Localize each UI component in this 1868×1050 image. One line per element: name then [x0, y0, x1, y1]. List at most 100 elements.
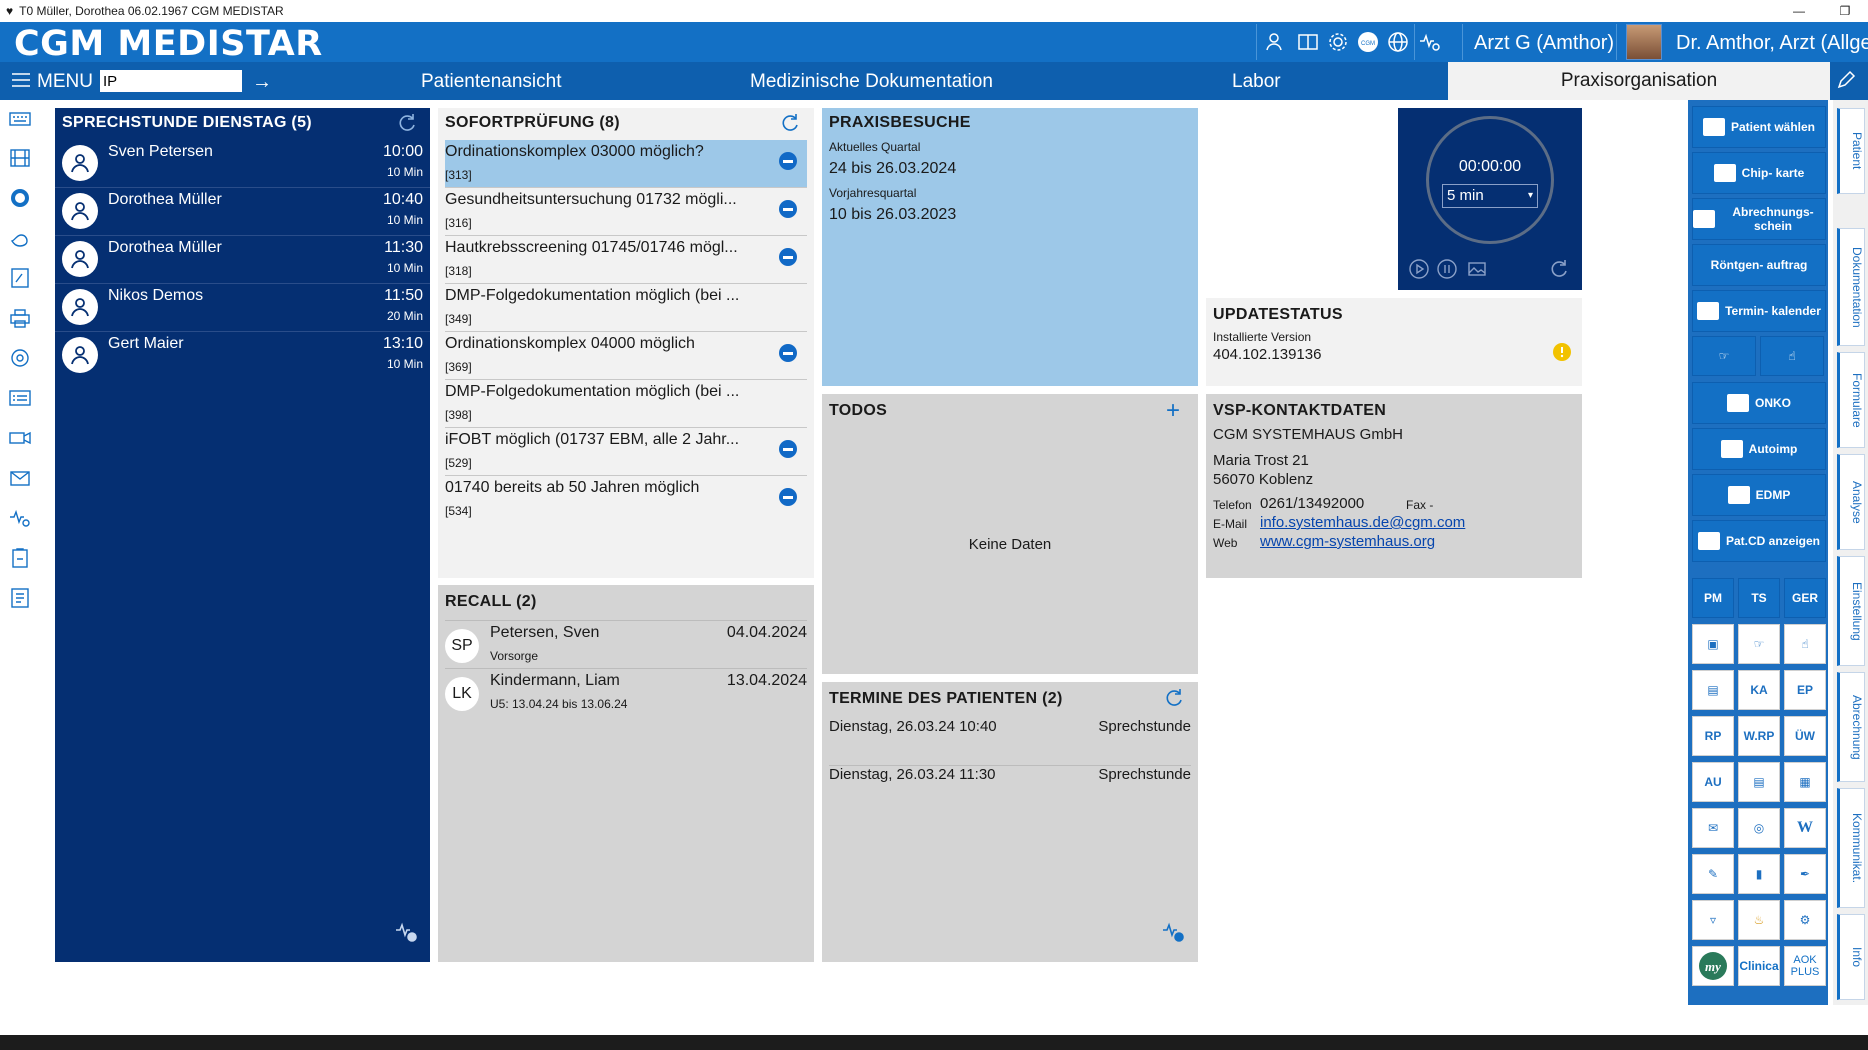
warning-icon[interactable]: [1552, 342, 1572, 367]
minus-circle-icon[interactable]: [779, 248, 797, 266]
list-item[interactable]: Hautkrebsscreening 01745/01746 mögl... […: [445, 236, 807, 284]
person-search-icon[interactable]: [1264, 30, 1288, 54]
minus-circle-icon[interactable]: [779, 344, 797, 362]
wrp-button[interactable]: W.RP: [1738, 716, 1780, 756]
onko-button[interactable]: ONKO: [1692, 382, 1826, 424]
report-icon[interactable]: [6, 584, 34, 612]
list-item[interactable]: Ordinationskomplex 04000 möglich [369]: [445, 332, 807, 380]
my-app-icon[interactable]: my: [1692, 946, 1734, 986]
globe-icon[interactable]: [1386, 30, 1410, 54]
ep-button[interactable]: EP: [1784, 670, 1826, 710]
refresh-icon[interactable]: [1548, 258, 1570, 285]
plus-icon[interactable]: +: [1166, 399, 1180, 423]
tab-patientenansicht[interactable]: Patientenansicht: [421, 71, 562, 93]
clipboard-icon[interactable]: [6, 544, 34, 572]
stack-icon[interactable]: ▦: [1784, 762, 1826, 802]
tab-formulare[interactable]: Formulare: [1837, 352, 1865, 448]
minimize-button[interactable]: —: [1776, 0, 1822, 22]
form-icon[interactable]: ▤: [1738, 762, 1780, 802]
hand-up-icon[interactable]: ☝: [1784, 624, 1826, 664]
web-link[interactable]: www.cgm-systemhaus.org: [1260, 533, 1435, 550]
word-icon[interactable]: W: [1784, 808, 1826, 848]
list-icon[interactable]: [6, 384, 34, 412]
tab-kommunikation[interactable]: Kommunikat.: [1837, 788, 1865, 908]
tab-einstellung[interactable]: Einstellung: [1837, 556, 1865, 666]
table-row[interactable]: Dienstag, 26.03.24 10:40 Sprechstunde: [829, 718, 1191, 766]
avatar[interactable]: [1626, 24, 1662, 60]
hand-right-icon[interactable]: ☞: [1692, 336, 1756, 376]
list-item[interactable]: Sven Petersen 10:00 10 Min: [55, 140, 430, 188]
list-item[interactable]: 01740 bereits ab 50 Jahren möglich [534]: [445, 476, 807, 524]
doc-pen-icon[interactable]: ✎: [1692, 854, 1734, 894]
tab-praxisorganisation[interactable]: Praxisorganisation: [1448, 62, 1830, 100]
rp-button[interactable]: RP: [1692, 716, 1734, 756]
minus-circle-icon[interactable]: [779, 152, 797, 170]
list-item[interactable]: Gert Maier 13:10 10 Min: [55, 332, 430, 380]
tab-dokumentation[interactable]: Dokumentation: [1837, 228, 1865, 346]
hand-right-icon[interactable]: ☞: [1738, 624, 1780, 664]
video-icon[interactable]: [6, 424, 34, 452]
cd-icon[interactable]: ◎: [1738, 808, 1780, 848]
at-icon[interactable]: [6, 344, 34, 372]
pen-icon[interactable]: ✒: [1784, 854, 1826, 894]
tab-patient[interactable]: Patient: [1837, 108, 1865, 194]
user-role[interactable]: Arzt G (Amthor): [1474, 32, 1614, 55]
maximize-button[interactable]: ❐: [1822, 0, 1868, 22]
list-item[interactable]: Nikos Demos 11:50 20 Min: [55, 284, 430, 332]
roentgenauftrag-button[interactable]: Röntgen- auftrag: [1692, 244, 1826, 286]
timer-duration-select[interactable]: 5 min ▾: [1442, 184, 1538, 208]
list-item[interactable]: Ordinationskomplex 03000 möglich? [313]: [445, 140, 807, 188]
list-item[interactable]: LK Kindermann, Liam 13.04.2024 U5: 13.04…: [445, 668, 807, 716]
mail-icon[interactable]: ✉: [1692, 808, 1734, 848]
menu-label[interactable]: MENU: [37, 71, 93, 93]
tab-analyse[interactable]: Analyse: [1837, 454, 1865, 550]
gear-icon[interactable]: [1326, 30, 1350, 54]
list-item[interactable]: DMP-Folgedokumentation möglich (bei ... …: [445, 284, 807, 332]
refresh-icon[interactable]: [1164, 688, 1184, 713]
cgm-circle-icon[interactable]: [6, 184, 34, 212]
menu-search-input[interactable]: [100, 70, 242, 92]
abrechnungsschein-button[interactable]: Abrechnungs- schein: [1692, 198, 1826, 240]
list-item[interactable]: Gesundheitsuntersuchung 01732 mögli... […: [445, 188, 807, 236]
terminkalender-button[interactable]: Termin- kalender: [1692, 290, 1826, 332]
calendar-icon[interactable]: ▣: [1692, 624, 1734, 664]
cgm-icon[interactable]: CGM: [1356, 30, 1380, 54]
list-item[interactable]: DMP-Folgedokumentation möglich (bei ... …: [445, 380, 807, 428]
image-icon[interactable]: [1466, 258, 1488, 285]
card-icon[interactable]: ▤: [1692, 670, 1734, 710]
list-item[interactable]: Dorothea Müller 11:30 10 Min: [55, 236, 430, 284]
printer-icon[interactable]: [6, 304, 34, 332]
email-link[interactable]: info.systemhaus.de@cgm.com: [1260, 514, 1465, 531]
tools-icon[interactable]: ⚙: [1784, 900, 1826, 940]
pencil-icon[interactable]: [1836, 70, 1856, 95]
list-item[interactable]: Dorothea Müller 10:40 10 Min: [55, 188, 430, 236]
aok-plus-button[interactable]: AOK PLUS: [1784, 946, 1826, 986]
list-item[interactable]: iFOBT möglich (01737 EBM, alle 2 Jahr...…: [445, 428, 807, 476]
tab-labor[interactable]: Labor: [1232, 71, 1281, 93]
minus-circle-icon[interactable]: [779, 200, 797, 218]
play-icon[interactable]: [1408, 258, 1430, 285]
hand-icon[interactable]: [6, 224, 34, 252]
ka-button[interactable]: KA: [1738, 670, 1780, 710]
refresh-icon[interactable]: [780, 113, 800, 138]
book-icon[interactable]: [1296, 30, 1320, 54]
pulse-check-icon[interactable]: [395, 920, 419, 949]
funnel-icon[interactable]: ▿: [1692, 900, 1734, 940]
uew-button[interactable]: ÜW: [1784, 716, 1826, 756]
edmp-button[interactable]: EDMP: [1692, 474, 1826, 516]
refresh-icon[interactable]: [397, 113, 417, 138]
pm-button[interactable]: PM: [1692, 578, 1734, 618]
keyboard-icon[interactable]: [6, 104, 34, 132]
list-item[interactable]: SP Petersen, Sven 04.04.2024 Vorsorge: [445, 620, 807, 668]
minus-circle-icon[interactable]: [779, 488, 797, 506]
pulse-check-icon[interactable]: [1418, 30, 1442, 54]
tab-medizinische-dokumentation[interactable]: Medizinische Dokumentation: [750, 71, 993, 93]
bottle-icon[interactable]: ▮: [1738, 854, 1780, 894]
ts-button[interactable]: TS: [1738, 578, 1780, 618]
minus-circle-icon[interactable]: [779, 440, 797, 458]
autoimp-button[interactable]: Autoimp: [1692, 428, 1826, 470]
au-button[interactable]: AU: [1692, 762, 1734, 802]
clinica-button[interactable]: Clinica: [1738, 946, 1780, 986]
film-icon[interactable]: [6, 144, 34, 172]
table-row[interactable]: Dienstag, 26.03.24 11:30 Sprechstunde: [829, 766, 1191, 814]
